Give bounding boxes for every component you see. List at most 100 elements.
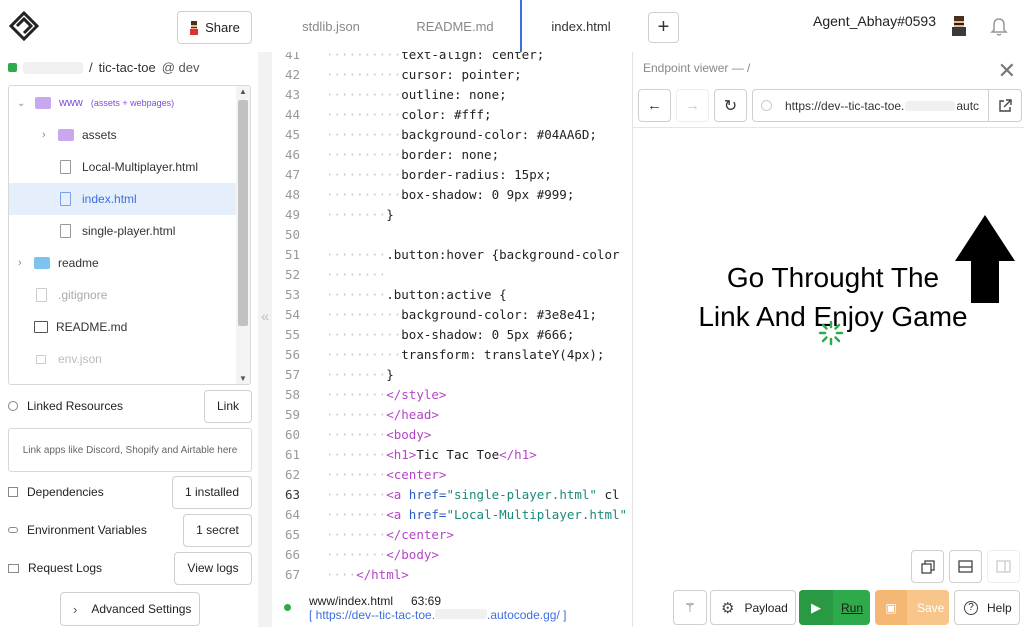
tree-item-index-html[interactable]: index.html [9, 183, 237, 215]
code-text: ··········box-shadow: 0 9px #999; [304, 187, 574, 202]
code-line[interactable]: 61 ········<h1>Tic Tac Toe</h1> [272, 444, 632, 464]
code-line[interactable]: 43 ··········outline: none; [272, 84, 632, 104]
code-line[interactable]: 63 ········<a href="single-player.html" c… [272, 484, 632, 504]
magic-wand-button[interactable]: ⚚ [673, 590, 707, 625]
tab-readme-md[interactable]: README.md [390, 0, 520, 52]
environment-variables-row: Environment Variables 1 secret [8, 513, 252, 547]
tree-item-env-json[interactable]: env.json [9, 343, 237, 375]
share-button[interactable]: Share [177, 11, 252, 44]
panel-resize-handle[interactable] [258, 52, 272, 627]
username[interactable]: Agent_Abhay#0593 [813, 13, 936, 29]
layout-vertical-button[interactable] [987, 550, 1020, 583]
arrow-left-icon: ← [647, 97, 662, 114]
help-button[interactable]: ? Help [954, 590, 1020, 625]
code-token: } [386, 206, 394, 222]
copy-button[interactable] [911, 550, 944, 583]
line-number: 47 [284, 166, 300, 182]
code-line[interactable]: 53 ········.button:active { [272, 284, 632, 304]
code-line[interactable]: 52 ········ [272, 264, 632, 284]
tree-item-assets[interactable]: › assets [9, 119, 237, 151]
tree-item-gitignore[interactable]: .gitignore [9, 279, 237, 311]
code-line[interactable]: 48 ··········box-shadow: 0 9px #999; [272, 184, 632, 204]
tree-item-label: .gitignore [58, 288, 108, 302]
link-button[interactable]: Link [204, 389, 252, 423]
scroll-down-icon[interactable]: ▼ [239, 374, 247, 383]
code-line[interactable]: 41 ··········text-align: center; [272, 52, 632, 64]
code-line[interactable]: 59 ········</head> [272, 404, 632, 424]
autocode-logo[interactable] [8, 10, 40, 42]
code-line[interactable]: 64 ········<a href="Local-Multiplayer.htm… [272, 504, 632, 524]
layout-horizontal-button[interactable] [949, 550, 982, 583]
redacted-url-part [905, 100, 956, 111]
payload-button[interactable]: ⚙ Payload [710, 590, 796, 625]
code-token: ········ [326, 526, 387, 542]
advanced-settings-button[interactable]: › Advanced Settings [60, 592, 200, 626]
code-line[interactable]: 65 ········</center> [272, 524, 632, 544]
code-line[interactable]: 50 [272, 224, 632, 244]
page-preview[interactable]: Go Throught The Link And Enjoy Game [633, 127, 1024, 545]
code-line[interactable]: 47 ··········border-radius: 15px; [272, 164, 632, 184]
code-text: ··········background-color: #04AA6D; [304, 127, 597, 142]
reload-button[interactable]: ↻ [714, 89, 747, 122]
close-icon[interactable]: ✕ [998, 58, 1016, 84]
tree-item-readme-md[interactable]: README.md [9, 311, 237, 343]
code-token: ········ [326, 406, 387, 422]
collapse-sidebar-icon[interactable]: « [258, 308, 272, 324]
code-line[interactable]: 67 ····</html> [272, 564, 632, 582]
code-line[interactable]: 49 ········} [272, 204, 632, 224]
environment-name[interactable]: @ dev [162, 60, 200, 75]
tab-stdlib-json[interactable]: stdlib.json [272, 0, 390, 52]
code-line[interactable]: 55 ··········box-shadow: 0 5px #666; [272, 324, 632, 344]
bell-icon[interactable] [989, 17, 1009, 37]
line-number: 67 [284, 566, 300, 582]
code-line[interactable]: 45 ··········background-color: #04AA6D; [272, 124, 632, 144]
code-line[interactable]: 66 ········</body> [272, 544, 632, 564]
tree-item-label: www [59, 97, 83, 109]
code-line[interactable]: 42 ··········cursor: pointer; [272, 64, 632, 84]
open-external-button[interactable] [988, 89, 1022, 122]
tree-scrollbar[interactable]: ▲ ▼ [236, 86, 250, 384]
scroll-up-icon[interactable]: ▲ [239, 87, 247, 96]
tree-item-local-multiplayer[interactable]: Local-Multiplayer.html [9, 151, 237, 183]
tree-item-www[interactable]: ⌄ www (assets + webpages) [9, 87, 237, 119]
code-line[interactable]: 44 ··········color: #fff; [272, 104, 632, 124]
status-file: www/index.html [309, 594, 394, 608]
code-line[interactable]: 58 ········</style> [272, 384, 632, 404]
dependencies-row: Dependencies 1 installed [8, 475, 252, 509]
code-line[interactable]: 54 ··········background-color: #3e8e41; [272, 304, 632, 324]
folder-icon [58, 129, 74, 141]
code-line[interactable]: 51 ········.button:hover {background-colo… [272, 244, 632, 264]
avatar[interactable] [951, 16, 967, 36]
code-text: ········<a href="single-player.html" cl [304, 487, 620, 502]
code-line[interactable]: 56 ··········transform: translateY(4px); [272, 344, 632, 364]
back-button[interactable]: ← [638, 89, 671, 122]
line-number: 50 [284, 226, 300, 242]
url-field[interactable]: https://dev--tic-tac-toe. autc [752, 89, 992, 122]
code-token: .button:hover {background-color [386, 246, 620, 262]
tab-index-html[interactable]: index.html [520, 0, 640, 52]
view-logs-button[interactable]: View logs [174, 551, 252, 585]
code-line[interactable]: 62 ········<center> [272, 464, 632, 484]
code-editor[interactable]: 41 ··········text-align: center; 42 ·······… [272, 52, 632, 582]
code-line[interactable]: 60 ········<body> [272, 424, 632, 444]
code-token: ·········· [326, 146, 402, 162]
tree-item-single-player[interactable]: single-player.html [9, 215, 237, 247]
code-token: cl [596, 486, 620, 502]
new-tab-button[interactable]: + [648, 12, 679, 43]
tree-item-readme-folder[interactable]: › readme [9, 247, 237, 279]
code-line[interactable]: 57 ········} [272, 364, 632, 384]
status-url[interactable]: [ https://dev--tic-tac-toe. .autocode.gg/… [309, 608, 566, 622]
save-button[interactable]: ▣ Save [875, 590, 949, 625]
code-token: <center> [386, 466, 447, 482]
run-button[interactable]: ▶ Run [799, 590, 870, 625]
code-token: ···· [326, 566, 357, 582]
environment-variables-button[interactable]: 1 secret [183, 513, 252, 547]
project-name[interactable]: tic-tac-toe [99, 60, 156, 75]
code-line[interactable]: 46 ··········border: none; [272, 144, 632, 164]
code-token: <a [386, 506, 409, 522]
chevron-down-icon: ⌄ [17, 97, 26, 109]
code-text: ········<center> [304, 467, 446, 482]
scrollbar-thumb[interactable] [238, 100, 248, 326]
dependencies-button[interactable]: 1 installed [172, 475, 252, 509]
forward-button[interactable]: → [676, 89, 709, 122]
